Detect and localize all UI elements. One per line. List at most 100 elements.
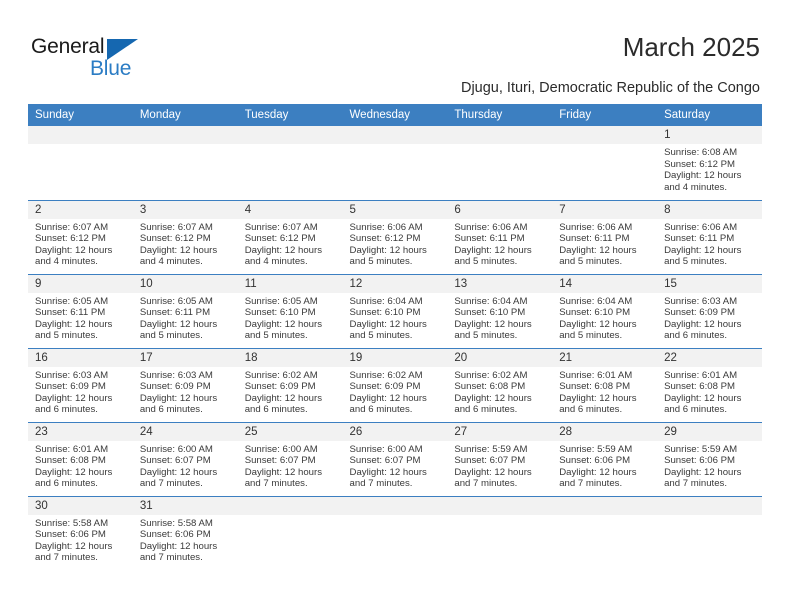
daylight-text-line1: Daylight: 12 hours (35, 244, 113, 256)
day-sun-info: Sunrise: 5:59 AM Sunset: 6:06 PM Daylight:… (552, 441, 657, 490)
calendar-day-cell[interactable]: 3 Sunrise: 6:07 AM Sunset: 6:12 PM Daylight… (132, 199, 238, 274)
weekday-header-thursday: Thursday (447, 104, 553, 126)
sunset-text: Sunset: 6:11 PM (664, 233, 735, 245)
calendar-day-cell[interactable]: 23 Sunrise: 6:01 AM Sunset: 6:08 PM Dayligh… (28, 421, 133, 496)
day-number: 31 (132, 496, 238, 515)
day-sun-info: Sunrise: 6:02 AM Sunset: 6:08 PM Daylight:… (447, 367, 552, 416)
day-sun-info: Sunrise: 6:06 AM Sunset: 6:11 PM Daylight:… (447, 219, 552, 268)
calendar-day-cell[interactable]: 7 Sunrise: 6:06 AM Sunset: 6:11 PM Daylight… (552, 199, 658, 274)
calendar-day-cell[interactable]: 24 Sunrise: 6:00 AM Sunset: 6:07 PM Dayligh… (132, 421, 238, 496)
daylight-text-line1: Daylight: 12 hours (35, 466, 113, 478)
calendar-day-cell[interactable]: 15 Sunrise: 6:03 AM Sunset: 6:09 PM Dayligh… (657, 273, 762, 348)
daylight-text-line1: Daylight: 12 hours (454, 244, 532, 256)
calendar-day-cell[interactable]: 2 Sunrise: 6:07 AM Sunset: 6:12 PM Daylight… (28, 199, 133, 274)
day-number (552, 126, 658, 144)
calendar-day-cell[interactable]: 8 Sunrise: 6:06 AM Sunset: 6:11 PM Daylight… (657, 199, 762, 274)
calendar-day-cell[interactable]: 17 Sunrise: 6:03 AM Sunset: 6:09 PM Dayligh… (132, 347, 238, 422)
calendar-day-cell[interactable]: 31 Sunrise: 5:58 AM Sunset: 6:06 PM Dayligh… (132, 495, 238, 570)
daylight-text-line1: Daylight: 12 hours (559, 318, 637, 330)
calendar-day-cell[interactable]: 9 Sunrise: 6:05 AM Sunset: 6:11 PM Daylight… (28, 273, 133, 348)
day-number: 28 (552, 422, 658, 441)
daylight-text-line2: and 5 minutes. (349, 256, 413, 268)
day-sun-info: Sunrise: 6:01 AM Sunset: 6:08 PM Daylight:… (28, 441, 133, 490)
day-sun-info: Sunrise: 6:01 AM Sunset: 6:08 PM Daylight:… (657, 367, 762, 416)
day-number (237, 126, 343, 144)
day-number (132, 126, 238, 144)
calendar-day-cell-empty (132, 126, 238, 200)
daylight-text-line2: and 7 minutes. (349, 478, 413, 490)
calendar-day-cell[interactable]: 14 Sunrise: 6:04 AM Sunset: 6:10 PM Dayligh… (552, 273, 658, 348)
sunrise-text: Sunrise: 6:00 AM (139, 443, 213, 455)
sunrise-text: Sunrise: 6:03 AM (35, 369, 109, 381)
day-number: 1 (657, 126, 762, 144)
day-number: 14 (552, 274, 658, 293)
day-sun-info: Sunrise: 6:00 AM Sunset: 6:07 PM Daylight:… (238, 441, 343, 490)
daylight-text-line2: and 6 minutes. (664, 404, 727, 416)
sunset-text: Sunset: 6:09 PM (35, 381, 106, 393)
calendar-day-cell[interactable]: 28 Sunrise: 5:59 AM Sunset: 6:06 PM Dayligh… (552, 421, 658, 496)
calendar-header-row: Sunday Monday Tuesday Wednesday Thursday… (28, 104, 762, 126)
calendar-day-cell[interactable]: 13 Sunrise: 6:04 AM Sunset: 6:10 PM Dayligh… (447, 273, 553, 348)
day-sun-info: Sunrise: 6:02 AM Sunset: 6:09 PM Daylight:… (343, 367, 448, 416)
sunrise-text: Sunrise: 6:01 AM (664, 369, 738, 381)
sunrise-text: Sunrise: 6:06 AM (664, 221, 738, 233)
calendar-day-cell[interactable]: 21 Sunrise: 6:01 AM Sunset: 6:08 PM Dayligh… (552, 347, 658, 422)
calendar-day-cell[interactable]: 10 Sunrise: 6:05 AM Sunset: 6:11 PM Dayligh… (132, 273, 238, 348)
calendar-day-cell[interactable]: 6 Sunrise: 6:06 AM Sunset: 6:11 PM Daylight… (447, 199, 553, 274)
sunset-text: Sunset: 6:06 PM (35, 529, 106, 541)
sunset-text: Sunset: 6:11 PM (35, 307, 106, 319)
day-number: 27 (447, 422, 553, 441)
daylight-text-line1: Daylight: 12 hours (244, 392, 323, 404)
calendar-day-cell[interactable]: 30 Sunrise: 5:58 AM Sunset: 6:06 PM Dayligh… (28, 495, 133, 570)
day-number: 16 (28, 348, 133, 367)
daylight-text-line1: Daylight: 12 hours (139, 466, 218, 478)
sunrise-text: Sunrise: 6:06 AM (349, 221, 423, 233)
sunrise-text: Sunrise: 5:59 AM (454, 443, 528, 455)
calendar-day-cell[interactable]: 29 Sunrise: 5:59 AM Sunset: 6:06 PM Dayligh… (657, 421, 762, 496)
daylight-text-line2: and 5 minutes. (139, 330, 203, 342)
day-number: 3 (132, 200, 238, 219)
daylight-text-line2: and 6 minutes. (35, 478, 98, 490)
calendar-day-cell[interactable]: 27 Sunrise: 5:59 AM Sunset: 6:07 PM Dayligh… (447, 421, 553, 496)
sunrise-text: Sunrise: 6:01 AM (559, 369, 633, 381)
brand-logo[interactable]: General Blue (31, 36, 161, 84)
daylight-text-line1: Daylight: 12 hours (349, 466, 427, 478)
sunset-text: Sunset: 6:07 PM (349, 455, 421, 467)
daylight-text-line2: and 6 minutes. (35, 404, 98, 416)
day-number (28, 126, 133, 144)
daylight-text-line1: Daylight: 12 hours (349, 392, 427, 404)
calendar-day-cell[interactable]: 11 Sunrise: 6:05 AM Sunset: 6:10 PM Dayligh… (237, 273, 343, 348)
daylight-text-line2: and 7 minutes. (454, 478, 518, 490)
daylight-text-line1: Daylight: 12 hours (139, 318, 218, 330)
calendar-day-cell[interactable]: 22 Sunrise: 6:01 AM Sunset: 6:08 PM Dayligh… (657, 347, 762, 422)
sunrise-text: Sunrise: 5:58 AM (139, 517, 213, 529)
calendar-day-cell[interactable]: 19 Sunrise: 6:02 AM Sunset: 6:09 PM Dayligh… (342, 347, 448, 422)
daylight-text-line2: and 6 minutes. (664, 330, 727, 342)
weekday-header-friday: Friday (552, 104, 658, 126)
day-number: 23 (28, 422, 133, 441)
calendar-day-cell-empty (447, 495, 553, 570)
day-number (447, 126, 553, 144)
calendar-day-cell[interactable]: 12 Sunrise: 6:04 AM Sunset: 6:10 PM Dayligh… (342, 273, 448, 348)
sunrise-text: Sunrise: 6:04 AM (454, 295, 528, 307)
calendar-day-cell[interactable]: 20 Sunrise: 6:02 AM Sunset: 6:08 PM Dayligh… (447, 347, 553, 422)
sunrise-text: Sunrise: 6:02 AM (244, 369, 318, 381)
calendar-day-cell-empty (657, 495, 762, 570)
calendar-day-cell[interactable]: 26 Sunrise: 6:00 AM Sunset: 6:07 PM Dayligh… (342, 421, 448, 496)
day-number: 6 (447, 200, 553, 219)
calendar-day-cell[interactable]: 5 Sunrise: 6:06 AM Sunset: 6:12 PM Daylight… (342, 199, 448, 274)
sunrise-text: Sunrise: 6:01 AM (35, 443, 109, 455)
calendar-day-cell[interactable]: 25 Sunrise: 6:00 AM Sunset: 6:07 PM Dayligh… (237, 421, 343, 496)
calendar-day-cell[interactable]: 1 Sunrise: 6:08 AM Sunset: 6:12 PM Daylight… (657, 126, 762, 200)
calendar-day-cell-empty (552, 126, 658, 200)
calendar-day-cell[interactable]: 4 Sunrise: 6:07 AM Sunset: 6:12 PM Daylight… (237, 199, 343, 274)
daylight-text-line1: Daylight: 12 hours (139, 540, 218, 552)
page-header: General Blue March 2025 Djugu, Ituri, De… (0, 0, 792, 100)
calendar-day-cell[interactable]: 18 Sunrise: 6:02 AM Sunset: 6:09 PM Dayligh… (237, 347, 343, 422)
calendar-week-row: 9 Sunrise: 6:05 AM Sunset: 6:11 PM Daylight… (28, 273, 762, 348)
calendar-week-row: 2 Sunrise: 6:07 AM Sunset: 6:12 PM Daylight… (28, 199, 762, 274)
sunrise-text: Sunrise: 6:04 AM (559, 295, 633, 307)
day-sun-info: Sunrise: 6:04 AM Sunset: 6:10 PM Daylight:… (552, 293, 657, 342)
sunrise-text: Sunrise: 6:08 AM (664, 147, 738, 158)
calendar-day-cell[interactable]: 16 Sunrise: 6:03 AM Sunset: 6:09 PM Dayligh… (28, 347, 133, 422)
